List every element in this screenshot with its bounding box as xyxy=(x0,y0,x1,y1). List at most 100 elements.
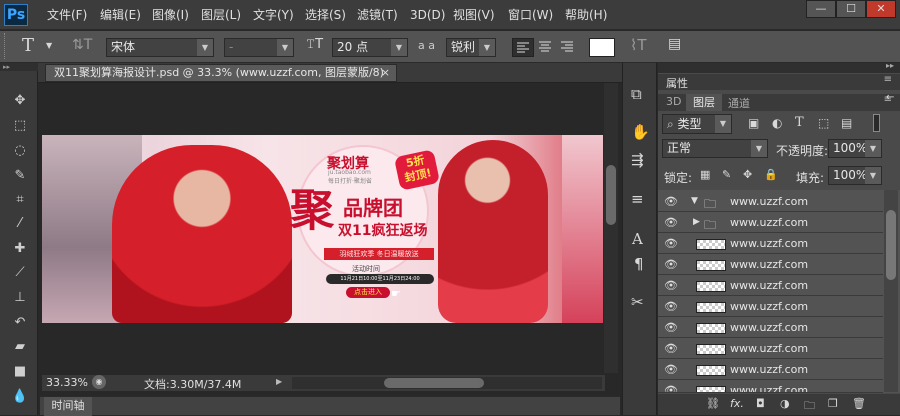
layer-row[interactable]: 👁 www.uzzf.com xyxy=(658,339,883,359)
menu-layer[interactable]: 图层(L) xyxy=(201,0,241,30)
visibility-eye-icon[interactable]: 👁 xyxy=(664,363,678,377)
layers-scroll-thumb[interactable] xyxy=(886,210,896,280)
stamp-tool-icon[interactable]: ⊥ xyxy=(10,288,30,308)
layer-row[interactable]: 👁 www.uzzf.com xyxy=(658,255,883,275)
align-right-button[interactable] xyxy=(557,38,577,57)
tool-presets-icon[interactable]: ✋ xyxy=(631,123,650,141)
menu-help[interactable]: 帮助(H) xyxy=(565,0,607,30)
visibility-eye-icon[interactable]: 👁 xyxy=(664,237,678,251)
tab-3d[interactable]: 3D xyxy=(666,95,681,108)
text-orientation-icon[interactable]: ⇅T xyxy=(72,37,92,53)
blur-tool-icon[interactable]: 💧 xyxy=(10,387,30,407)
banner-enter-button[interactable]: 点击进入 xyxy=(346,287,390,298)
visibility-eye-icon[interactable]: 👁 xyxy=(664,321,678,335)
layer-filter-select[interactable]: ⌕ 类型 ▼ xyxy=(662,114,732,134)
brush-tool-icon[interactable]: ⟋ xyxy=(10,263,30,283)
type-tool-icon[interactable]: T xyxy=(22,35,34,56)
gradient-tool-icon[interactable]: ■ xyxy=(10,362,30,382)
visibility-eye-icon[interactable]: 👁 xyxy=(664,216,678,230)
horizontal-scroll-thumb[interactable] xyxy=(384,378,484,388)
visibility-eye-icon[interactable]: 👁 xyxy=(664,342,678,356)
lock-position-icon[interactable]: ✥ xyxy=(743,168,752,181)
grip-handle[interactable] xyxy=(4,33,7,59)
lock-pixels-icon[interactable]: ✎ xyxy=(722,168,731,181)
move-tool-icon[interactable]: ✥ xyxy=(10,91,30,111)
status-menu-arrow-icon[interactable]: ▶ xyxy=(276,377,282,386)
antialias-select[interactable]: 锐利 ▼ xyxy=(446,38,496,57)
document-canvas[interactable]: 聚划算 ju.taobao.com 每日打折·聚划省 5折 封顶! 聚 品牌团 … xyxy=(42,135,603,323)
paragraph-icon[interactable]: ¶ xyxy=(634,255,644,273)
filter-adjustment-icon[interactable]: ◐ xyxy=(772,116,782,130)
group-expanded-arrow-icon[interactable]: ▼ xyxy=(691,196,698,206)
document-tab-close-icon[interactable]: × xyxy=(381,65,390,81)
font-size-select[interactable]: 20 点 ▼ xyxy=(332,38,408,57)
link-layers-icon[interactable]: ⛓ xyxy=(706,397,720,410)
character-panel-icon[interactable]: ▤ xyxy=(668,36,681,52)
tab-layers[interactable]: 图层 xyxy=(686,94,722,111)
properties-menu-icon[interactable]: ≡ xyxy=(884,74,892,85)
eyedropper-tool-icon[interactable]: ⁄ xyxy=(10,214,30,234)
marquee-tool-icon[interactable]: ⬚ xyxy=(10,116,30,136)
close-button[interactable]: ✕ xyxy=(866,0,896,18)
new-group-icon[interactable]: 🗀 xyxy=(804,397,815,416)
history-panel-icon[interactable]: ⧉ xyxy=(631,85,642,103)
delete-layer-icon[interactable]: 🗑 xyxy=(852,397,866,410)
filter-pixel-icon[interactable]: ▣ xyxy=(748,116,759,130)
blend-mode-select[interactable]: 正常 ▼ xyxy=(662,139,768,158)
menu-select[interactable]: 选择(S) xyxy=(305,0,346,30)
menu-window[interactable]: 窗口(W) xyxy=(508,0,553,30)
lock-all-icon[interactable]: 🔒 xyxy=(764,168,778,181)
visibility-eye-icon[interactable]: 👁 xyxy=(664,384,678,392)
layer-row[interactable]: 👁 ▼ 🗀 www.uzzf.com xyxy=(658,192,883,212)
fx-button[interactable]: fx. xyxy=(730,397,744,410)
menu-image[interactable]: 图像(I) xyxy=(152,0,189,30)
status-info-icon[interactable]: ◉ xyxy=(92,375,106,389)
adjustments-icon[interactable]: ⇶ xyxy=(631,151,644,169)
eraser-tool-icon[interactable]: ▰ xyxy=(10,337,30,357)
lasso-tool-icon[interactable]: ◌ xyxy=(10,141,30,161)
crop-tool-icon[interactable]: ⌗ xyxy=(10,190,30,210)
new-layer-icon[interactable]: ❐ xyxy=(828,397,838,410)
visibility-eye-icon[interactable]: 👁 xyxy=(664,279,678,293)
layer-row[interactable]: 👁 ▶ 🗀 www.uzzf.com xyxy=(658,213,883,233)
group-collapsed-arrow-icon[interactable]: ▶ xyxy=(693,217,700,227)
minimize-button[interactable]: — xyxy=(806,0,836,18)
font-style-select[interactable]: - ▼ xyxy=(224,38,294,57)
tools-options-icon[interactable]: ✂ xyxy=(631,293,644,311)
add-mask-icon[interactable]: ◘ xyxy=(756,397,765,410)
filter-shape-icon[interactable]: ⬚ xyxy=(818,116,829,130)
filter-toggle[interactable] xyxy=(873,114,880,132)
layers-scrollbar[interactable] xyxy=(884,190,898,392)
tools-collapse-icon[interactable]: ▸▸ xyxy=(0,63,38,71)
align-left-button[interactable] xyxy=(512,38,534,57)
filter-smart-object-icon[interactable]: ▤ xyxy=(841,116,852,130)
lock-transparent-icon[interactable]: ▦ xyxy=(700,168,710,181)
layer-row[interactable]: 👁 www.uzzf.com xyxy=(658,381,883,393)
menu-file[interactable]: 文件(F) xyxy=(47,0,87,30)
tab-properties[interactable]: 属性 xyxy=(666,75,688,91)
layer-row[interactable]: 👁 www.uzzf.com xyxy=(658,276,883,296)
align-center-button[interactable] xyxy=(535,38,555,57)
fill-input[interactable]: 100% ▼ xyxy=(828,166,882,185)
visibility-eye-icon[interactable]: 👁 xyxy=(664,195,678,209)
paragraph-styles-icon[interactable]: ≡ xyxy=(631,190,644,208)
menu-filter[interactable]: 滤镜(T) xyxy=(357,0,398,30)
tool-preset-dropdown-icon[interactable]: ▼ xyxy=(46,41,52,50)
layer-row[interactable]: 👁 www.uzzf.com xyxy=(658,318,883,338)
healing-brush-tool-icon[interactable]: ✚ xyxy=(10,239,30,259)
layer-row[interactable]: 👁 www.uzzf.com xyxy=(658,234,883,254)
layer-row[interactable]: 👁 www.uzzf.com xyxy=(658,360,883,380)
tab-channels[interactable]: 通道 xyxy=(728,95,750,111)
text-color-swatch[interactable] xyxy=(589,38,615,57)
font-family-select[interactable]: 宋体 ▼ xyxy=(106,38,214,57)
zoom-level[interactable]: 33.33% xyxy=(46,376,88,389)
maximize-button[interactable]: ☐ xyxy=(836,0,866,18)
panel-collapse-icon[interactable]: ▸▸ xyxy=(886,61,894,70)
quick-select-tool-icon[interactable]: ✎ xyxy=(10,166,30,186)
visibility-eye-icon[interactable]: 👁 xyxy=(664,300,678,314)
visibility-eye-icon[interactable]: 👁 xyxy=(664,258,678,272)
vertical-scroll-thumb[interactable] xyxy=(606,165,616,225)
warp-text-icon[interactable]: ⌇T xyxy=(630,36,647,54)
menu-3d[interactable]: 3D(D) xyxy=(410,0,445,30)
document-tab[interactable]: 双11聚划算海报设计.psd @ 33.3% (www.uzzf.com, 图层… xyxy=(45,64,397,82)
